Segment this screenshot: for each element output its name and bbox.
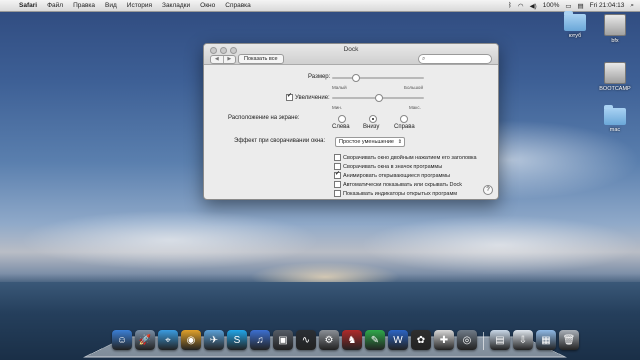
- select-arrows-icon: ⇕: [397, 139, 402, 145]
- magnification-max-label: Макс.: [409, 105, 421, 110]
- dock-preferences-window: Dock ◀ ▶ Показать все ⌕ Размер: Малый Бо…: [203, 43, 499, 200]
- menu-history[interactable]: История: [122, 2, 157, 9]
- paw-icon[interactable]: ✿: [411, 330, 431, 350]
- activity-monitor-icon[interactable]: ∿: [296, 330, 316, 350]
- position-right-label: Справа: [394, 124, 415, 130]
- magnification-checkbox[interactable]: [286, 92, 293, 101]
- position-left-label: Слева: [332, 124, 350, 130]
- checkbox-show-indicators[interactable]: Показывать индикаторы открытых программ: [334, 190, 457, 197]
- bluetooth-icon[interactable]: ᛒ: [508, 2, 512, 9]
- menu-clock[interactable]: Fri 21:04:13: [590, 2, 625, 9]
- menu-bookmarks[interactable]: Закладки: [157, 2, 195, 9]
- desktop-drive-bfx[interactable]: bfx: [590, 14, 640, 44]
- desktop-drive-bootcamp[interactable]: BOOTCAMP: [590, 62, 640, 92]
- desktop-icon-label: ютуб: [568, 33, 582, 39]
- drive-icon: [604, 62, 626, 84]
- network-icon[interactable]: ◎: [457, 330, 477, 350]
- checkbox-label: Автоматически показывать или скрывать Do…: [343, 181, 463, 188]
- menu-view[interactable]: Вид: [100, 2, 122, 9]
- spotlight-icon[interactable]: ⌕: [630, 2, 634, 10]
- itunes-icon[interactable]: ♫: [250, 330, 270, 350]
- desktop-icon-label: bfx: [611, 38, 619, 44]
- menu-edit[interactable]: Правка: [68, 2, 100, 9]
- checkbox-label: Сворачивать окна в значок программы: [343, 163, 443, 170]
- volume-icon[interactable]: ◀): [530, 2, 537, 10]
- skype-icon[interactable]: S: [227, 330, 247, 350]
- back-icon[interactable]: ◀: [211, 56, 223, 63]
- window-title: Dock: [343, 46, 359, 53]
- menu-file[interactable]: Файл: [42, 2, 68, 9]
- checkbox-label: Анимировать открывающиеся программы: [343, 172, 451, 179]
- size-slider[interactable]: [332, 74, 424, 82]
- menu-help[interactable]: Справка: [220, 2, 256, 9]
- search-icon: ⌕: [422, 56, 426, 62]
- checkbox-label: Показывать индикаторы открытых программ: [343, 190, 458, 197]
- checkbox[interactable]: [334, 170, 341, 179]
- desktop-folder-mac[interactable]: mac: [590, 105, 640, 133]
- safari-icon[interactable]: ⌖: [158, 330, 178, 350]
- position-bottom-label: Внизу: [363, 124, 380, 130]
- minimize-effect-select[interactable]: Простое уменьшение ⇕: [335, 137, 405, 147]
- chrome-icon[interactable]: ◉: [181, 330, 201, 350]
- menu-app-safari[interactable]: Safari: [14, 2, 42, 9]
- help-button[interactable]: ?: [483, 185, 493, 195]
- window-titlebar[interactable]: Dock ◀ ▶ Показать все ⌕: [204, 44, 498, 65]
- system-preferences-icon[interactable]: ⚙: [319, 330, 339, 350]
- magnification-slider[interactable]: [332, 94, 424, 102]
- minimize-effect-value: Простое уменьшение: [339, 139, 394, 145]
- folder-icon: [604, 105, 626, 125]
- mail-icon[interactable]: ✈: [204, 330, 224, 350]
- checkbox-label: Сворачивать окно двойным нажатием его за…: [343, 154, 477, 161]
- menu-window[interactable]: Окно: [195, 2, 220, 9]
- position-label: Расположение на экране:: [228, 115, 300, 121]
- position-left-radio[interactable]: [338, 115, 346, 123]
- dock-separator: [483, 332, 484, 350]
- documents-stack-icon[interactable]: ▤: [490, 330, 510, 350]
- checkbox[interactable]: [334, 154, 341, 161]
- finder-icon[interactable]: ☺: [112, 330, 132, 350]
- nav-buttons: ◀ ▶: [210, 55, 236, 64]
- trash-icon[interactable]: 🗑: [559, 330, 579, 350]
- forward-icon[interactable]: ▶: [222, 56, 236, 63]
- wifi-icon[interactable]: ◠: [518, 2, 524, 10]
- checkbox[interactable]: [334, 163, 341, 170]
- evernote-icon[interactable]: ✎: [365, 330, 385, 350]
- minimize-effect-label: Эффект при сворачивании окна:: [234, 138, 326, 144]
- magnification-slider-knob[interactable]: [375, 94, 383, 102]
- size-max-label: Большой: [404, 85, 423, 90]
- folder-icon: [564, 11, 586, 31]
- position-right-radio[interactable]: [400, 115, 408, 123]
- magnification-label: Увеличение:: [295, 95, 330, 102]
- launchpad-icon[interactable]: 🚀: [135, 330, 155, 350]
- battery-percent[interactable]: 100%: [543, 2, 560, 9]
- search-input[interactable]: ⌕: [418, 54, 492, 64]
- show-all-button[interactable]: Показать все: [238, 54, 284, 64]
- size-min-label: Малый: [332, 85, 347, 90]
- applications-stack-icon[interactable]: ▦: [536, 330, 556, 350]
- checkbox[interactable]: [334, 181, 341, 188]
- dock: ☺ 🚀 ⌖ ◉ ✈ S ♫ ▣ ∿ ⚙ ♞ ✎ W ✿ ✚ ◎ ▤ ⇩ ▦ 🗑: [112, 330, 579, 350]
- position-bottom-radio[interactable]: [369, 115, 377, 123]
- word-icon[interactable]: W: [388, 330, 408, 350]
- menu-bar: Safari Файл Правка Вид История Закладки …: [0, 0, 640, 12]
- battery-icon: ▭: [565, 2, 572, 10]
- desktop-icon-label: BOOTCAMP: [599, 86, 631, 92]
- magnification-min-label: Мин.: [332, 105, 342, 110]
- downloads-stack-icon[interactable]: ⇩: [513, 330, 533, 350]
- desktop-icon-label: mac: [609, 127, 621, 133]
- size-label: Размер:: [308, 74, 331, 80]
- checkbox[interactable]: [334, 190, 341, 197]
- checkbox-minimize-into-icon[interactable]: Сворачивать окна в значок программы: [334, 163, 442, 170]
- screenshot-icon[interactable]: ▣: [273, 330, 293, 350]
- drive-icon: [604, 14, 626, 36]
- size-slider-knob[interactable]: [352, 74, 360, 82]
- magnification-row: Увеличение:: [286, 92, 330, 102]
- checkbox-double-click-minimize[interactable]: Сворачивать окно двойным нажатием его за…: [334, 154, 477, 161]
- checkbox-animate-opening[interactable]: Анимировать открывающиеся программы: [334, 170, 451, 179]
- input-flag-icon[interactable]: ▤: [578, 2, 584, 10]
- boot-camp-icon[interactable]: ✚: [434, 330, 454, 350]
- checkbox-autohide-dock[interactable]: Автоматически показывать или скрывать Do…: [334, 181, 462, 188]
- chess-icon[interactable]: ♞: [342, 330, 362, 350]
